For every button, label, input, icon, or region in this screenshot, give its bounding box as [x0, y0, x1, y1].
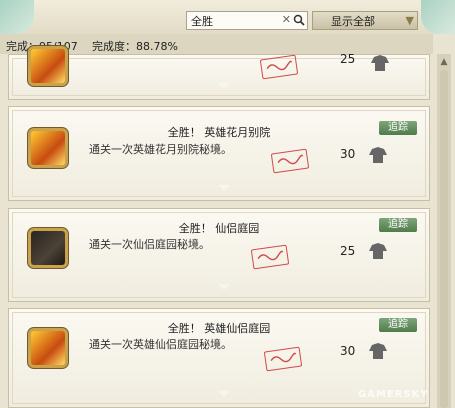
achievement-description: 通关一次英雄花月别院秘境。	[89, 143, 232, 156]
fire-sword-icon	[31, 49, 65, 83]
achievement-title: 全胜！ 英雄仙侣庭园	[167, 322, 271, 335]
leaf-decoration	[0, 0, 34, 34]
search-value: 全胜	[191, 15, 213, 28]
expand-indicator	[218, 185, 230, 191]
achievement-card: 25	[8, 49, 430, 100]
watermark: GAMERSKY	[358, 389, 429, 400]
scroll-up-icon[interactable]: ▲	[439, 57, 449, 67]
robe-icon	[369, 243, 387, 259]
achievement-points: 30	[340, 344, 356, 358]
expand-indicator	[218, 391, 230, 397]
chevron-down-icon: ▼	[405, 14, 414, 27]
fire-sword-icon	[31, 331, 65, 365]
scrollbar[interactable]: ▲	[437, 54, 451, 408]
trace-button[interactable]: 追踪	[379, 218, 417, 232]
robe-icon	[371, 55, 389, 71]
clear-icon[interactable]: ✕	[282, 13, 291, 26]
scroll-track[interactable]	[440, 70, 448, 408]
trace-button[interactable]: 追踪	[379, 121, 417, 135]
expand-indicator	[218, 83, 230, 89]
trace-button[interactable]: 追踪	[379, 318, 417, 332]
achievement-title: 全胜！ 仙侣庭园	[178, 222, 260, 235]
achievement-description: 通关一次仙侣庭园秘境。	[89, 238, 210, 251]
search-icon[interactable]	[293, 14, 305, 26]
robe-icon	[369, 147, 387, 163]
completion-rate: 完成度：88.78%	[92, 40, 178, 53]
top-bar: 全胜 ✕ 显示全部 ▼	[0, 0, 455, 34]
scroll-icon	[31, 231, 65, 265]
achievement-title: 全胜！ 英雄花月别院	[167, 126, 271, 139]
expand-indicator	[218, 284, 230, 290]
achievement-points: 25	[340, 52, 356, 66]
achievement-card: 全胜！ 仙侣庭园 通关一次仙侣庭园秘境。 追踪 25	[8, 208, 430, 302]
achievement-description: 通关一次英雄仙侣庭园秘境。	[89, 338, 232, 351]
robe-icon	[369, 343, 387, 359]
achievement-points: 30	[340, 147, 356, 161]
filter-label: 显示全部	[331, 15, 375, 28]
search-input[interactable]: 全胜 ✕	[186, 11, 308, 30]
leaf-decoration	[421, 0, 455, 34]
achievement-points: 25	[340, 244, 356, 258]
achievement-card: 全胜！ 英雄花月别院 通关一次英雄花月别院秘境。 追踪 30	[8, 106, 430, 201]
filter-dropdown[interactable]: 显示全部 ▼	[312, 11, 418, 30]
